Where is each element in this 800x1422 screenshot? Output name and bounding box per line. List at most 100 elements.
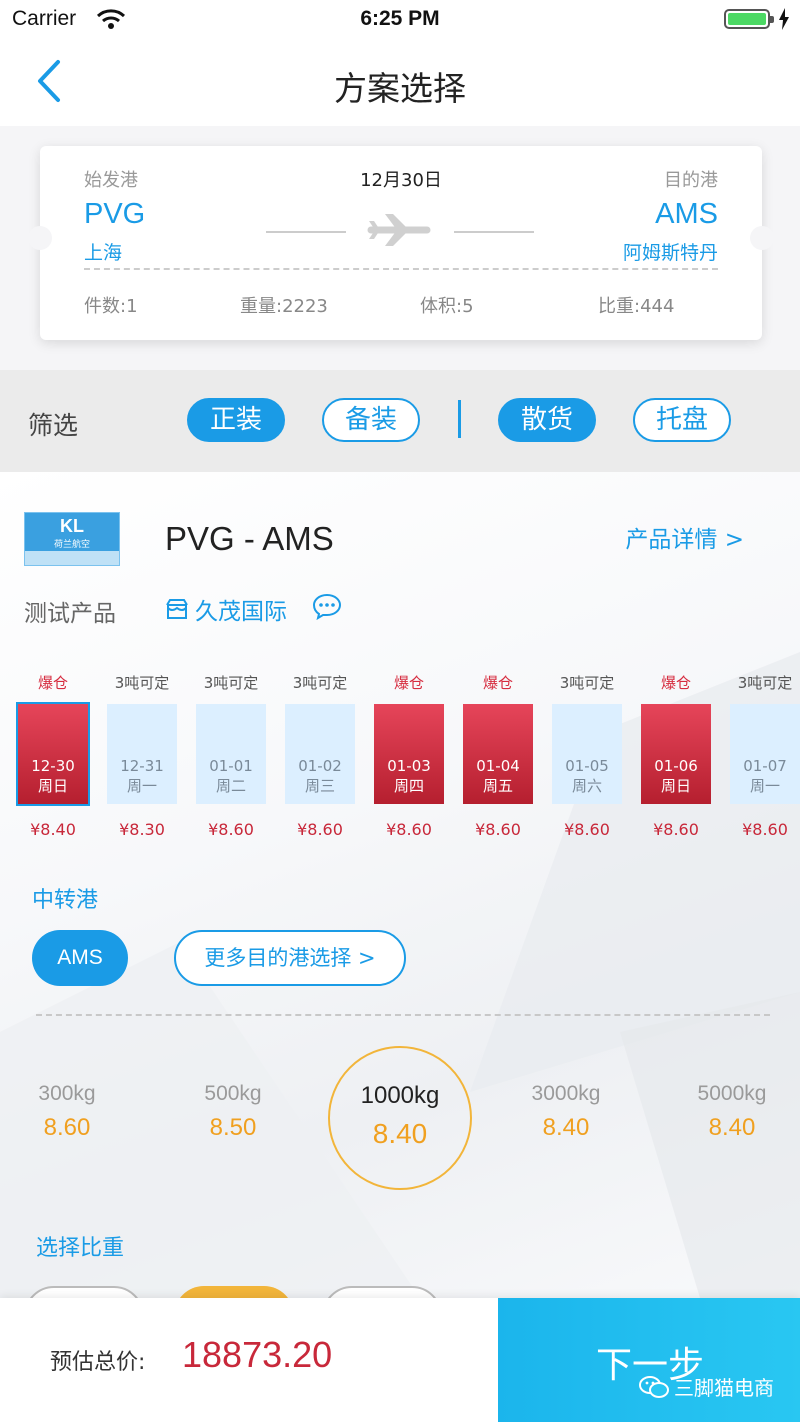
filter-loose[interactable]: 散货 bbox=[498, 398, 596, 442]
date-status: 3吨可定 bbox=[292, 674, 348, 692]
route-ticket: 始发港 PVG 上海 12月30日 目的港 AMS 阿姆斯特丹 件数:1 重量:… bbox=[28, 146, 774, 340]
weekday-label: 周四 bbox=[393, 777, 424, 795]
charging-icon bbox=[778, 8, 790, 34]
date-price: ¥8.60 bbox=[208, 820, 254, 839]
store-icon bbox=[166, 599, 188, 619]
density-option[interactable] bbox=[174, 1286, 294, 1298]
date-status: 3吨可定 bbox=[203, 674, 259, 692]
estimate-label: 预估总价: bbox=[50, 1350, 146, 1375]
logo-subtitle: 荷兰航空 bbox=[53, 540, 90, 550]
bottom-bar: 预估总价: 18873.20 下一步 三脚猫电商 bbox=[0, 1298, 800, 1422]
date-label: 01-04 bbox=[476, 757, 520, 775]
product-name: 测试产品 bbox=[24, 601, 116, 627]
product-detail-link[interactable]: 产品详情 > bbox=[625, 520, 744, 554]
agent-link[interactable]: 久茂国际 bbox=[165, 592, 287, 626]
product-panel: KL 荷兰航空 PVG - AMS 产品详情 > 测试产品 久茂国际 爆仓 12… bbox=[0, 472, 800, 1298]
date-status: 3吨可定 bbox=[559, 674, 615, 692]
date-status: 3吨可定 bbox=[114, 674, 170, 692]
date-cell[interactable]: 3吨可定 01-01 周二 ¥8.60 bbox=[196, 672, 266, 839]
density-label: 选择比重 bbox=[36, 1236, 125, 1261]
battery-icon bbox=[724, 9, 774, 29]
tier-weight: 3000kg bbox=[531, 1082, 601, 1105]
weekday-label: 周一 bbox=[749, 777, 780, 795]
date-price: ¥8.60 bbox=[386, 820, 432, 839]
tier-price: 8.40 bbox=[372, 1118, 428, 1149]
date-box[interactable]: 01-06 周日 bbox=[641, 704, 711, 804]
weekday-label: 周五 bbox=[482, 777, 513, 795]
date-label: 12-30 bbox=[31, 757, 75, 775]
date-cell[interactable]: 爆仓 12-30 周日 ¥8.40 bbox=[16, 672, 90, 839]
date-price: ¥8.30 bbox=[119, 820, 165, 839]
filter-regular[interactable]: 正装 bbox=[187, 398, 285, 442]
date-cell[interactable]: 3吨可定 01-07 周一 ¥8.60 bbox=[730, 672, 800, 839]
clock: 6:25 PM bbox=[360, 7, 440, 30]
date-label: 01-01 bbox=[209, 757, 253, 775]
tier-price: 8.40 bbox=[708, 1114, 756, 1141]
tier-weight: 1000kg bbox=[360, 1082, 440, 1109]
date-status: 爆仓 bbox=[37, 674, 68, 692]
status-bar: Carrier 6:25 PM bbox=[0, 0, 800, 40]
weekday-label: 周二 bbox=[215, 777, 246, 795]
density-option[interactable] bbox=[24, 1286, 144, 1298]
stat-weight: 重量:2223 bbox=[240, 296, 328, 317]
weight-tier[interactable]: 1000kg 8.40 bbox=[330, 1082, 470, 1150]
date-box[interactable]: 01-05 周六 bbox=[552, 704, 622, 804]
dest-label: 目的港 bbox=[664, 170, 718, 191]
weight-tier[interactable]: 500kg 8.50 bbox=[163, 1082, 303, 1142]
date-box[interactable]: 01-03 周四 bbox=[374, 704, 444, 804]
date-price: ¥8.40 bbox=[30, 820, 76, 839]
route-summary: 始发港 PVG 上海 12月30日 目的港 AMS 阿姆斯特丹 件数:1 重量:… bbox=[0, 126, 800, 370]
date-label: 01-02 bbox=[298, 757, 342, 775]
weekday-label: 周六 bbox=[571, 777, 602, 795]
transfer-port-button[interactable]: AMS bbox=[32, 930, 128, 986]
date-label: 01-06 bbox=[654, 757, 698, 775]
date-price: ¥8.60 bbox=[742, 820, 788, 839]
tier-weight: 300kg bbox=[38, 1082, 96, 1105]
date-cell[interactable]: 3吨可定 12-31 周一 ¥8.30 bbox=[107, 672, 177, 839]
date-label: 01-05 bbox=[565, 757, 609, 775]
weekday-label: 周日 bbox=[37, 777, 68, 795]
date-price: ¥8.60 bbox=[297, 820, 343, 839]
date-price: ¥8.60 bbox=[564, 820, 610, 839]
filter-bar: 筛选 正装 备装 散货 托盘 bbox=[0, 370, 800, 472]
date-cell[interactable]: 3吨可定 01-02 周三 ¥8.60 bbox=[285, 672, 355, 839]
date-box[interactable]: 01-02 周三 bbox=[285, 704, 355, 804]
dest-city: 阿姆斯特丹 bbox=[622, 242, 718, 264]
route-title: PVG - AMS bbox=[165, 520, 334, 557]
tier-weight: 5000kg bbox=[697, 1082, 767, 1105]
weekday-label: 周一 bbox=[126, 777, 157, 795]
date-cell[interactable]: 爆仓 01-06 周日 ¥8.60 bbox=[641, 672, 711, 839]
filter-label: 筛选 bbox=[28, 411, 79, 440]
flight-date: 12月30日 bbox=[360, 170, 442, 191]
date-box[interactable]: 01-07 周一 bbox=[730, 704, 800, 804]
weekday-label: 周三 bbox=[304, 777, 335, 795]
date-box[interactable]: 12-31 周一 bbox=[107, 704, 177, 804]
chat-icon[interactable] bbox=[312, 592, 342, 624]
weight-tier[interactable]: 5000kg 8.40 bbox=[662, 1082, 800, 1142]
density-option[interactable] bbox=[322, 1286, 442, 1298]
wechat-icon bbox=[639, 1375, 669, 1398]
date-price: ¥8.60 bbox=[475, 820, 521, 839]
origin-code: PVG bbox=[84, 198, 146, 230]
stat-volume: 体积:5 bbox=[420, 296, 474, 317]
tier-price: 8.50 bbox=[209, 1114, 257, 1141]
date-status: 爆仓 bbox=[660, 674, 691, 692]
next-step-button[interactable]: 下一步 三脚猫电商 bbox=[498, 1298, 800, 1422]
origin-city: 上海 bbox=[84, 242, 123, 264]
estimate-total: 18873.20 bbox=[182, 1334, 333, 1375]
date-cell[interactable]: 爆仓 01-03 周四 ¥8.60 bbox=[374, 672, 444, 839]
airline-logo: KL 荷兰航空 bbox=[24, 512, 120, 566]
filter-pallet[interactable]: 托盘 bbox=[633, 398, 731, 442]
more-ports-button[interactable]: 更多目的港选择 > bbox=[174, 930, 406, 986]
filter-backup[interactable]: 备装 bbox=[322, 398, 420, 442]
date-label: 12-31 bbox=[120, 757, 164, 775]
date-price: ¥8.60 bbox=[653, 820, 699, 839]
date-box[interactable]: 12-30 周日 bbox=[16, 702, 90, 806]
date-cell[interactable]: 爆仓 01-04 周五 ¥8.60 bbox=[463, 672, 533, 839]
date-box[interactable]: 01-04 周五 bbox=[463, 704, 533, 804]
date-box[interactable]: 01-01 周二 bbox=[196, 704, 266, 804]
nav-bar: 方案选择 bbox=[0, 40, 800, 126]
date-cell[interactable]: 3吨可定 01-05 周六 ¥8.60 bbox=[552, 672, 622, 839]
weight-tier[interactable]: 3000kg 8.40 bbox=[496, 1082, 636, 1142]
weight-tier[interactable]: 300kg 8.60 bbox=[0, 1082, 137, 1142]
